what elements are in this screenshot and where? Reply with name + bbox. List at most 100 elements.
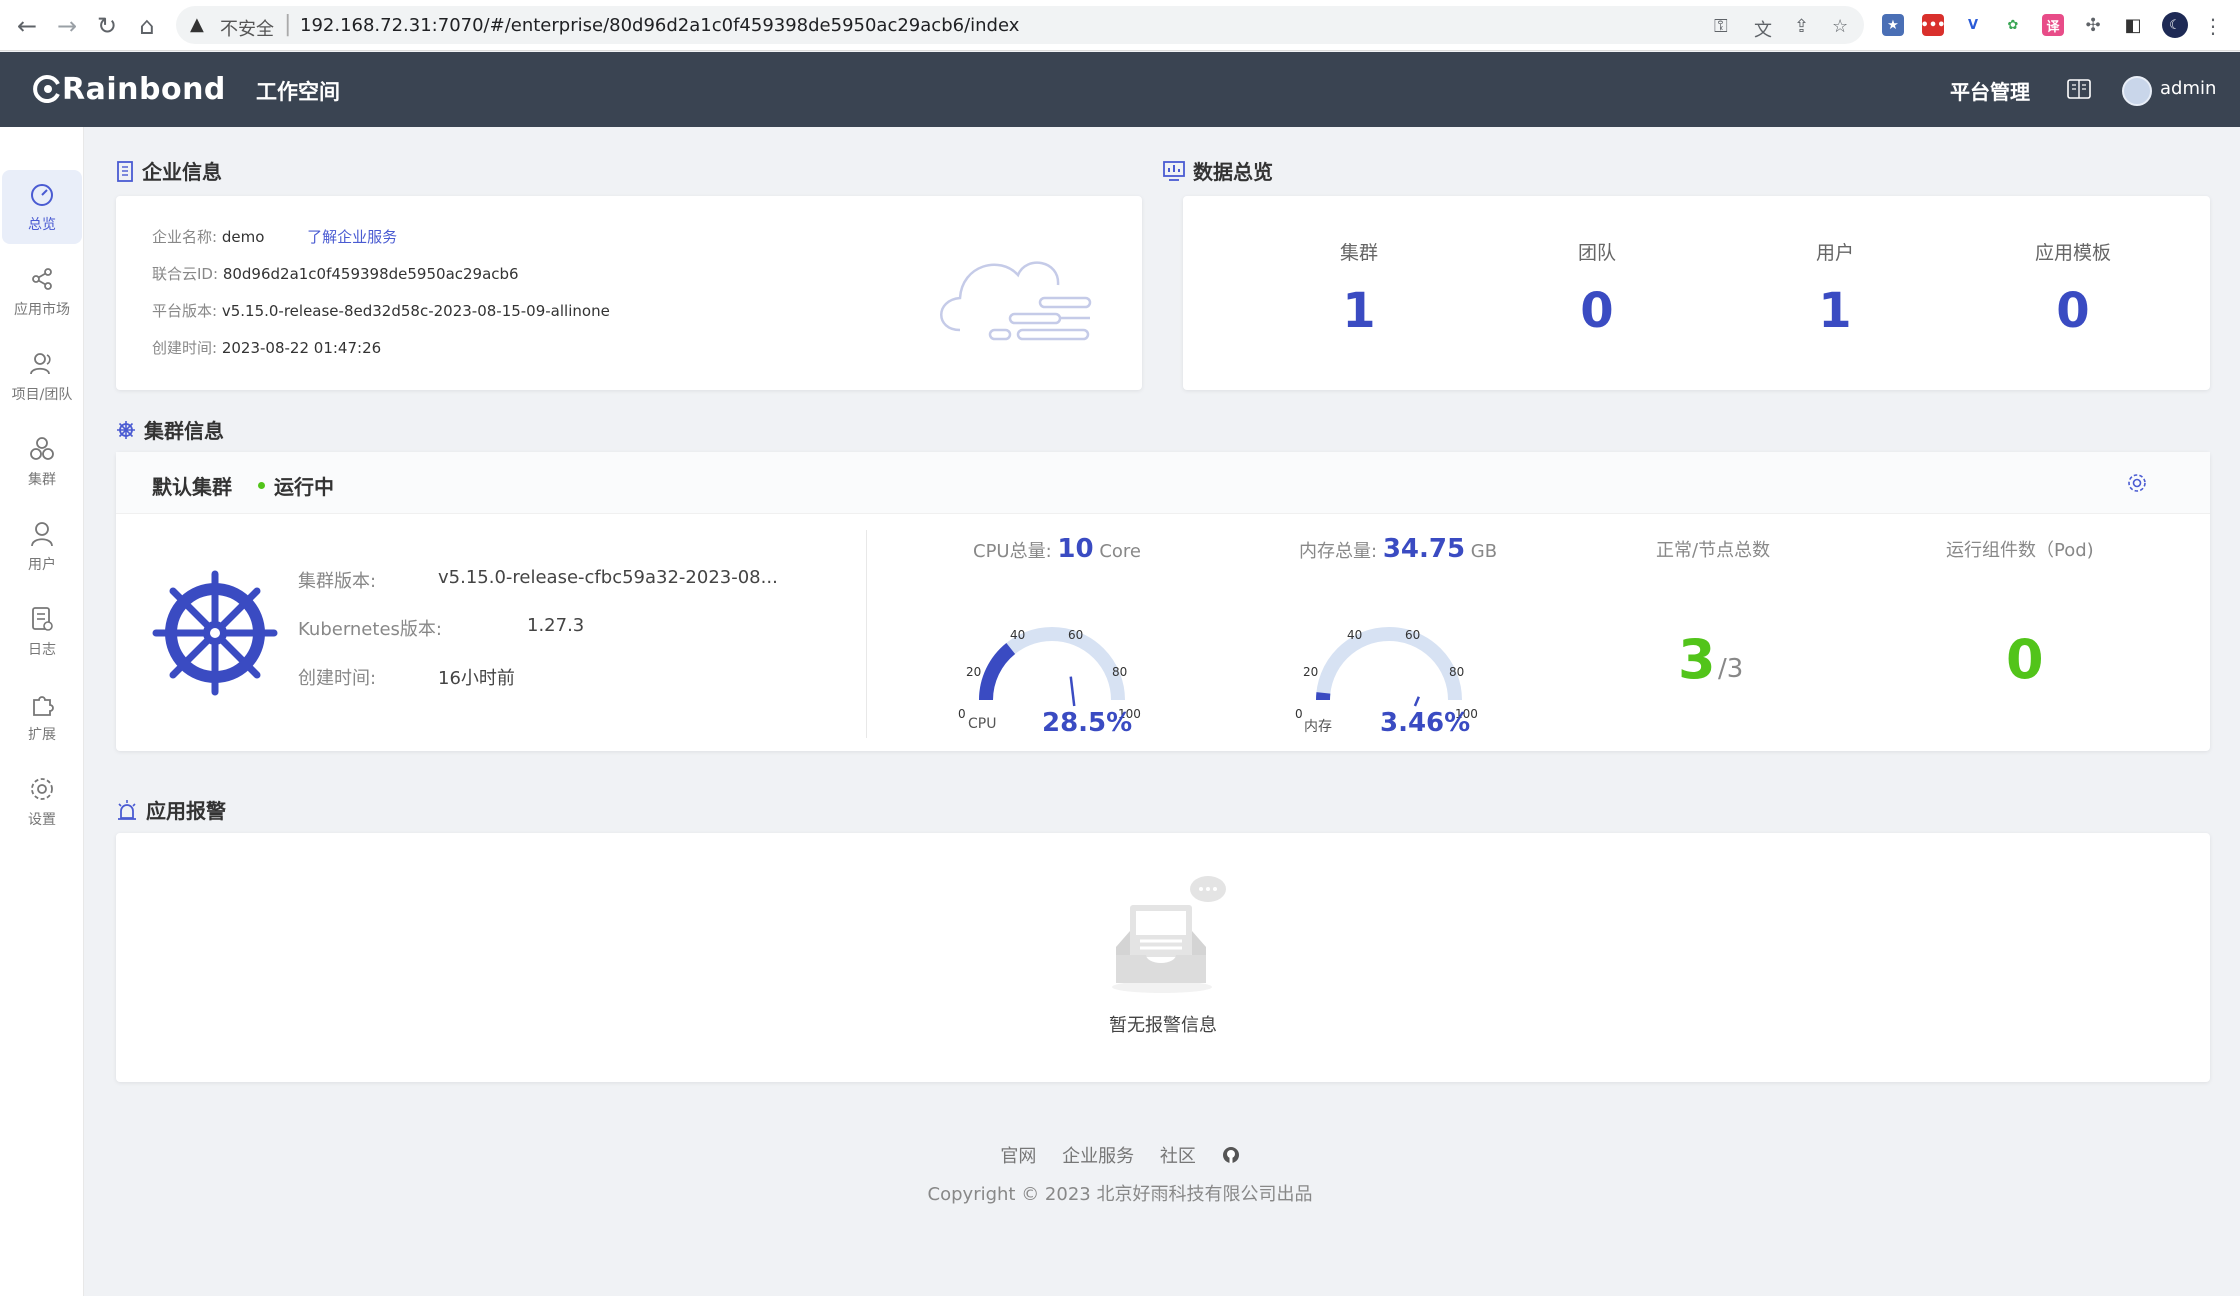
forward-icon[interactable]: →	[54, 12, 80, 40]
overview-section-title: 数据总览	[1163, 156, 1273, 185]
enterprise-info-card: 企业名称: demo 了解企业服务 联合云ID: 80d96d2a1c0f459…	[116, 196, 1142, 390]
logo-text: Rainbond	[62, 71, 226, 107]
footer-link-official-site[interactable]: 官网	[1000, 1146, 1036, 1167]
sidebar-item-teams[interactable]: 项目/团队	[2, 340, 82, 414]
sidebar-item-users[interactable]: 用户	[2, 510, 82, 584]
extension-translate-icon[interactable]: 译	[2042, 14, 2064, 36]
gauge-tick-label: 80	[1112, 665, 1127, 679]
healthy-nodes-count: 3	[1678, 628, 1716, 691]
overview-card: 集群 1 团队 0 用户 1 应用模板 0	[1183, 196, 2210, 390]
insecure-label: 不安全	[220, 19, 274, 40]
gauge-tick-label: 0	[1295, 707, 1303, 720]
helm-small-icon	[117, 420, 135, 439]
extension-dots-icon[interactable]: •••	[1921, 14, 1945, 36]
log-icon	[32, 607, 53, 631]
sidebar-item-cluster[interactable]: 集群	[2, 425, 82, 499]
nodes-title: 正常/节点总数	[1656, 540, 1771, 561]
username[interactable]: admin	[2160, 78, 2216, 99]
overview-teams[interactable]: 团队 0	[1517, 238, 1677, 339]
cpu-total-value: 10	[1057, 534, 1094, 564]
sidebar-item-label: 项目/团队	[11, 387, 73, 403]
cluster-section-title: 集群信息	[116, 415, 224, 444]
platform-version-value: v5.15.0-release-8ed32d58c-2023-08-15-09-…	[221, 302, 610, 320]
memory-gauge-label: 内存	[1304, 719, 1332, 735]
gauge-tick-label: 20	[1303, 665, 1318, 679]
gauge-tick-label: 0	[958, 707, 966, 720]
extensions-puzzle-icon[interactable]: ✣	[2082, 14, 2104, 36]
address-bar[interactable]: ▲ 不安全 | 192.168.72.31:7070/#/enterprise/…	[176, 6, 1864, 44]
cluster-name[interactable]: 默认集群	[152, 471, 232, 500]
platform-version-row: 平台版本: v5.15.0-release-8ed32d58c-2023-08-…	[152, 300, 610, 321]
overview-clusters[interactable]: 集群 1	[1279, 238, 1439, 339]
cluster-version-value: v5.15.0-release-cfbc59a32-2023-08...	[438, 567, 778, 588]
learn-enterprise-service-link[interactable]: 了解企业服务	[307, 228, 397, 246]
platform-admin-link[interactable]: 平台管理	[1950, 76, 2030, 105]
gauge-needle	[1413, 696, 1420, 707]
memory-total-unit: GB	[1470, 541, 1498, 562]
url-text[interactable]: 192.168.72.31:7070/#/enterprise/80d96d2a…	[300, 15, 1019, 36]
bookmark-star-icon[interactable]: ☆	[1832, 16, 1848, 37]
cpu-total-title: CPU总量: 10 Core	[973, 534, 1141, 564]
avatar[interactable]	[2122, 76, 2152, 106]
overview-label: 团队	[1577, 242, 1616, 264]
gauge-tick-label: 60	[1405, 628, 1420, 642]
gauge-needle	[1069, 676, 1076, 707]
sidebar-item-app-market[interactable]: 应用市场	[2, 255, 82, 329]
alerts-card: 暂无报警信息	[116, 833, 2210, 1082]
sidebar-item-overview[interactable]: 总览	[2, 170, 82, 244]
cluster-settings-gear-icon[interactable]	[2126, 472, 2148, 494]
sidebar-item-settings[interactable]: 设置	[2, 765, 82, 839]
overview-label: 用户	[1815, 242, 1854, 264]
enterprise-name-value: demo	[221, 228, 265, 246]
profile-icon[interactable]: ☾	[2162, 12, 2188, 38]
logo-icon	[33, 75, 60, 103]
sidebar-item-logs[interactable]: 日志	[2, 595, 82, 669]
workspace-link[interactable]: 工作空间	[256, 76, 340, 106]
reload-icon[interactable]: ↻	[94, 12, 120, 40]
sidebar-item-extensions[interactable]: 扩展	[2, 680, 82, 754]
gauge-tick-label: 40	[1010, 628, 1025, 642]
github-icon[interactable]	[1222, 1146, 1240, 1167]
overview-users[interactable]: 用户 1	[1755, 238, 1915, 339]
alerts-section-title: 应用报警	[116, 795, 226, 824]
alarm-icon	[118, 799, 136, 820]
empty-state-text: 暂无报警信息	[1109, 1015, 1217, 1036]
cluster-created-key: 创建时间:	[298, 668, 377, 689]
extension-v-icon[interactable]: V	[1962, 14, 1984, 36]
extension-star-icon[interactable]: ★	[1882, 14, 1904, 36]
dashboard-icon	[31, 184, 53, 206]
back-icon[interactable]: ←	[14, 12, 40, 40]
section-title-text: 应用报警	[146, 799, 226, 823]
cpu-usage-percent: 28.5%	[1042, 708, 1133, 738]
total-nodes-count: /3	[1718, 654, 1744, 684]
team-icon	[30, 353, 51, 375]
extension-leaf-icon[interactable]: ✿	[2002, 14, 2024, 36]
menu-kebab-icon[interactable]: ⋮	[2200, 13, 2226, 39]
memory-total-title: 内存总量: 34.75 GB	[1299, 534, 1497, 564]
created-time-key: 创建时间:	[152, 339, 218, 357]
share-page-icon[interactable]: ⇪	[1794, 16, 1809, 37]
sidebar-item-label: 设置	[28, 812, 56, 828]
sidebar-item-label: 日志	[28, 642, 56, 658]
gauge-track	[1316, 627, 1462, 701]
translate-icon[interactable]: 文	[1754, 16, 1772, 42]
enterprise-id-row: 联合云ID: 80d96d2a1c0f459398de5950ac29acb6	[152, 263, 519, 284]
docs-book-icon[interactable]	[2066, 78, 2092, 100]
enterprise-id-value: 80d96d2a1c0f459398de5950ac29acb6	[222, 265, 519, 283]
section-title-text: 集群信息	[144, 419, 224, 443]
footer-link-community[interactable]: 社区	[1160, 1146, 1196, 1167]
memory-gauge: 0 20 40 60 80 100	[1295, 627, 1478, 720]
browser-toolbar: ← → ↻ ⌂ ▲ 不安全 | 192.168.72.31:7070/#/ent…	[0, 0, 2240, 51]
home-icon[interactable]: ⌂	[134, 12, 160, 40]
sidebar-item-label: 集群	[28, 472, 56, 488]
running-pods-count: 0	[2006, 628, 2044, 691]
key-icon[interactable]: ⚿	[1714, 16, 1728, 37]
sidebar-item-label: 用户	[28, 557, 56, 573]
rainbond-logo[interactable]: Rainbond	[32, 68, 226, 110]
copyright-text: Copyright © 2023 北京好雨科技有限公司出品	[927, 1184, 1313, 1205]
footer-link-enterprise-service[interactable]: 企业服务	[1062, 1146, 1134, 1167]
overview-app-templates[interactable]: 应用模板 0	[1993, 238, 2153, 339]
sidepanel-icon[interactable]: ◧	[2122, 14, 2144, 36]
enterprise-name-row: 企业名称: demo 了解企业服务	[152, 226, 397, 247]
overview-value: 0	[2056, 283, 2090, 339]
